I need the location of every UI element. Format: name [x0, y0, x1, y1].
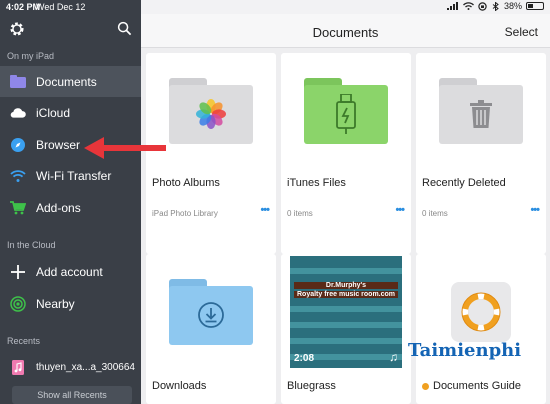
search-icon[interactable] [117, 21, 132, 36]
music-file-icon [10, 360, 26, 376]
sidebar-toolbar [0, 14, 141, 44]
sidebar-item-add-account[interactable]: Add account [0, 256, 141, 287]
card-subtitle: 0 items [287, 209, 313, 218]
sidebar-item-documents[interactable]: Documents [0, 66, 141, 97]
cart-icon [10, 200, 26, 216]
status-date: Wed Dec 12 [36, 2, 86, 12]
battery-icon [526, 2, 544, 10]
card-name: Documents Guide [433, 380, 522, 392]
folder-icon [304, 77, 388, 144]
cellular-signal-icon [446, 2, 458, 10]
sidebar-item-label: Add-ons [36, 200, 81, 215]
cloud-icon [10, 105, 26, 121]
card-thumbnail [416, 53, 546, 168]
card-name: Downloads [152, 380, 207, 392]
section-on-my-ipad: On my iPad [7, 51, 55, 61]
sidebar-item-wifi-transfer[interactable]: Wi-Fi Transfer [0, 160, 141, 191]
red-arrow-annotation [84, 137, 166, 159]
status-bar: 4:02 PM Wed Dec 12 38% [0, 0, 550, 14]
wifi-icon [10, 168, 26, 184]
video-duration: 2:08 [294, 352, 315, 364]
folder-icon [10, 74, 26, 90]
music-note-icon: ♫ [389, 349, 398, 364]
gear-icon[interactable] [8, 20, 26, 38]
card-name: iTunes Files [287, 177, 346, 189]
status-time: 4:02 PM [6, 2, 41, 12]
more-options-icon[interactable]: ••• [530, 204, 540, 216]
download-icon [198, 302, 224, 328]
more-options-icon[interactable]: ••• [395, 204, 405, 216]
battery-level-fill [528, 4, 533, 8]
sidebar-item-add-ons[interactable]: Add-ons [0, 192, 141, 223]
recent-item-label: thuyen_xa...a_300664 [36, 362, 135, 373]
sidebar-item-label: Add account [36, 264, 103, 279]
more-options-icon[interactable]: ••• [260, 204, 270, 216]
watermark: Taimienphi [408, 340, 522, 361]
section-in-the-cloud: In the Cloud [7, 240, 56, 250]
show-all-recents-button[interactable]: Show all Recents [12, 386, 132, 404]
sidebar-item-label: iCloud [36, 105, 71, 120]
file-card-bluegrass[interactable]: Dr.Murphy's Royalty free music room.com … [281, 254, 411, 404]
sidebar-item-label: Nearby [36, 296, 75, 311]
status-right: 38% [446, 1, 544, 11]
sidebar-item-icloud[interactable]: iCloud [0, 97, 141, 128]
recent-item[interactable]: thuyen_xa...a_300664 [0, 352, 141, 383]
section-recents: Recents [7, 336, 41, 346]
photos-icon [196, 99, 226, 129]
card-subtitle: iPad Photo Library [152, 209, 218, 218]
sidebar: On my iPad Documents iCloud Browser Wi-F… [0, 0, 141, 404]
select-button[interactable]: Select [505, 25, 538, 39]
folder-icon [169, 77, 253, 144]
file-card-downloads[interactable]: Downloads [146, 254, 276, 404]
orientation-lock-icon [478, 1, 487, 11]
file-card-documents-guide[interactable]: Documents Guide [416, 254, 546, 404]
sidebar-item-nearby[interactable]: Nearby [0, 288, 141, 319]
video-caption-subtitle: Royalty free music room.com [294, 290, 398, 298]
sidebar-item-label: Wi-Fi Transfer [36, 168, 112, 183]
card-name-row: Documents Guide [422, 380, 521, 392]
tag-dot [422, 382, 429, 390]
folder-icon [439, 77, 523, 144]
header: Documents Select [141, 14, 550, 48]
sidebar-item-label: Browser [36, 137, 81, 152]
card-name: Bluegrass [287, 380, 336, 392]
video-caption-title: Dr.Murphy's [294, 281, 398, 289]
page-title: Documents [312, 25, 379, 40]
plus-icon [10, 264, 26, 280]
bluetooth-icon [492, 1, 499, 11]
file-card-itunes-files[interactable]: iTunes Files 0 items ••• [281, 53, 411, 254]
compass-icon [10, 137, 26, 153]
battery-percent: 38% [503, 1, 522, 11]
wifi-status-icon [463, 2, 474, 10]
lifebuoy-icon [451, 281, 511, 342]
card-name: Recently Deleted [422, 177, 506, 189]
card-thumbnail: Dr.Murphy's Royalty free music room.com … [281, 254, 411, 369]
sidebar-item-label: Documents [36, 74, 97, 89]
file-card-recently-deleted[interactable]: Recently Deleted 0 items ••• [416, 53, 546, 254]
trash-icon [470, 100, 492, 128]
nearby-icon [10, 295, 26, 312]
card-thumbnail [146, 254, 276, 369]
card-subtitle: 0 items [422, 209, 448, 218]
video-thumbnail: Dr.Murphy's Royalty free music room.com … [290, 255, 402, 368]
card-thumbnail [281, 53, 411, 168]
usb-icon [336, 94, 356, 134]
card-name: Photo Albums [152, 177, 220, 189]
folder-icon [169, 278, 253, 345]
